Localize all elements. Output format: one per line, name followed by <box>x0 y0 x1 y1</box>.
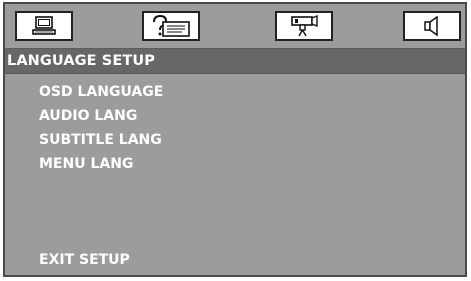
tab-language-setup[interactable] <box>142 11 200 41</box>
setup-tab-bar <box>5 4 465 48</box>
video-camera-icon <box>289 14 319 38</box>
menu-item-menu-lang[interactable]: MENU LANG <box>39 155 133 173</box>
menu-item-audio-lang[interactable]: AUDIO LANG <box>39 107 137 125</box>
tab-general-setup[interactable] <box>15 11 73 41</box>
tab-audio-setup[interactable] <box>403 11 461 41</box>
help-question-icon <box>148 14 194 38</box>
setup-window: LANGUAGE SETUP OSD LANGUAGE AUDIO LANG S… <box>3 2 467 277</box>
menu-item-osd-language[interactable]: OSD LANGUAGE <box>39 83 163 101</box>
page-title: LANGUAGE SETUP <box>5 49 465 73</box>
computer-icon <box>31 15 57 37</box>
menu-item-subtitle-lang[interactable]: SUBTITLE LANG <box>39 131 162 149</box>
exit-setup-button[interactable]: EXIT SETUP <box>39 251 130 269</box>
speaker-icon <box>421 15 443 37</box>
language-menu: OSD LANGUAGE AUDIO LANG SUBTITLE LANG ME… <box>5 74 465 275</box>
tab-video-setup[interactable] <box>275 11 333 41</box>
